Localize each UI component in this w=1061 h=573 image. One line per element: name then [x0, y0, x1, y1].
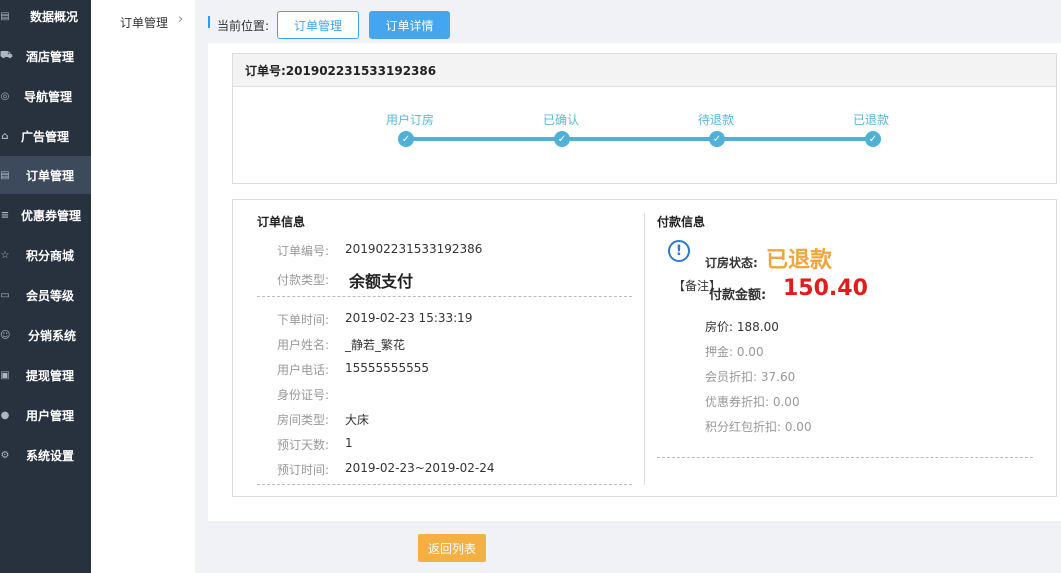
subnav [91, 0, 195, 573]
dashed-divider [257, 296, 632, 297]
sidebar-item-withdraw[interactable]: ▣ 提现管理 [0, 356, 91, 394]
room-type-label: 房间类型: [277, 413, 330, 427]
step-label-refunded: 已退款 [852, 113, 890, 127]
points-discount-line: 积分红包折扣: 0.00 [705, 420, 812, 434]
booking-days-label: 预订天数: [277, 438, 330, 452]
sidebar-item-nav[interactable]: ◎ 导航管理 [0, 77, 91, 115]
sidebar-item-settings[interactable]: ⚙ 系统设置 [0, 436, 91, 474]
id-number-label: 身份证号: [277, 388, 330, 402]
pay-amount-value: 150.40 [783, 276, 868, 301]
chart-icon: ▤ [0, 10, 10, 22]
booking-status-label: 订房状态: [705, 256, 758, 270]
order-time-value: 2019-02-23 15:33:19 [345, 311, 473, 325]
user-phone-label: 用户电话: [277, 363, 330, 377]
gift-icon: ⌂ [1, 130, 9, 142]
compass-icon: ◎ [0, 90, 10, 102]
booking-days-value: 1 [345, 436, 353, 450]
user-icon: ● [0, 409, 10, 421]
list-icon: ▤ [0, 169, 10, 181]
user-name-value: _静若_繁花 [345, 338, 406, 352]
sidebar-item-distribution[interactable]: ☺ 分销系统 [0, 316, 91, 354]
wallet-icon: ▣ [0, 369, 10, 381]
breadcrumb-tab-order-detail[interactable]: 订单详情 [369, 11, 450, 39]
pay-type-label: 付款类型: [277, 273, 330, 287]
sidebar-item-orders[interactable]: ▤ 订单管理 [0, 156, 91, 194]
coupon-discount-line: 优惠券折扣: 0.00 [705, 395, 800, 409]
check-icon: ✓ [709, 131, 725, 147]
dashed-divider [257, 484, 632, 485]
order-number-value: 201902231533192386 [345, 242, 483, 256]
user-name-label: 用户姓名: [277, 338, 330, 352]
cart-icon: ⛟ [0, 49, 13, 61]
sidebar-item-dashboard[interactable]: ▤ 数据概况 [0, 0, 91, 35]
step-label-confirmed: 已确认 [542, 113, 580, 127]
breadcrumb-marker [208, 16, 210, 28]
progress-line [406, 137, 873, 141]
sidebar-item-ads[interactable]: ⌂ 广告管理 [0, 117, 91, 155]
subnav-item-orders[interactable]: 订单管理 [120, 14, 168, 31]
sidebar-item-member-level[interactable]: ▭ 会员等级 [0, 276, 91, 314]
sidebar-item-coupons[interactable]: ≡ 优惠券管理 [0, 196, 91, 234]
pay-info-title: 付款信息 [657, 215, 706, 229]
sidebar-item-users[interactable]: ● 用户管理 [0, 396, 91, 434]
member-discount-line: 会员折扣: 37.60 [705, 370, 796, 384]
deposit-line: 押金: 0.00 [705, 345, 764, 359]
menu-icon: ≡ [0, 209, 10, 221]
room-type-value: 大床 [345, 413, 370, 427]
dashed-divider [657, 457, 1033, 458]
breadcrumb-tab-orders[interactable]: 订单管理 [277, 11, 359, 39]
sidebar-item-hotel[interactable]: ⛟ 酒店管理 [0, 37, 91, 75]
pay-amount-label: 付款金额: [709, 288, 767, 303]
column-divider [644, 213, 645, 485]
order-number-label: 订单编号: [277, 244, 330, 258]
star-icon: ☆ [0, 249, 10, 261]
order-info-title: 订单信息 [257, 215, 306, 229]
users-icon: ☺ [0, 329, 11, 341]
card-icon: ▭ [0, 289, 10, 301]
order-progress-card: 订单号:201902231533192386 [232, 53, 1057, 184]
booking-time-label: 预订时间: [277, 463, 330, 477]
step-label-booked: 用户订房 [385, 113, 435, 127]
sidebar: ▤ 数据概况 ⛟ 酒店管理 ◎ 导航管理 ⌂ 广告管理 ▤ 订单管理 ≡ 优惠券管理 ☆ 积分… [0, 0, 91, 573]
check-icon: ✓ [398, 131, 414, 147]
sidebar-item-points-mall[interactable]: ☆ 积分商城 [0, 236, 91, 274]
gear-icon: ⚙ [0, 449, 10, 461]
room-price-line: 房价: 188.00 [705, 320, 779, 334]
order-time-label: 下单时间: [277, 313, 330, 327]
user-phone-value: 15555555555 [345, 361, 429, 375]
booking-time-value: 2019-02-23~2019-02-24 [345, 461, 495, 475]
chevron-right-icon: › [178, 12, 184, 27]
step-label-pending-refund: 待退款 [697, 113, 735, 127]
exclamation-icon: ! [668, 240, 690, 262]
breadcrumb-label: 当前位置: [217, 19, 270, 33]
check-icon: ✓ [865, 131, 881, 147]
back-to-list-button[interactable]: 返回列表 [418, 534, 486, 562]
check-icon: ✓ [554, 131, 570, 147]
order-number-header: 订单号:201902231533192386 [233, 54, 1056, 87]
booking-status-value: 已退款 [766, 248, 833, 273]
pay-type-value: 余额支付 [349, 272, 414, 291]
